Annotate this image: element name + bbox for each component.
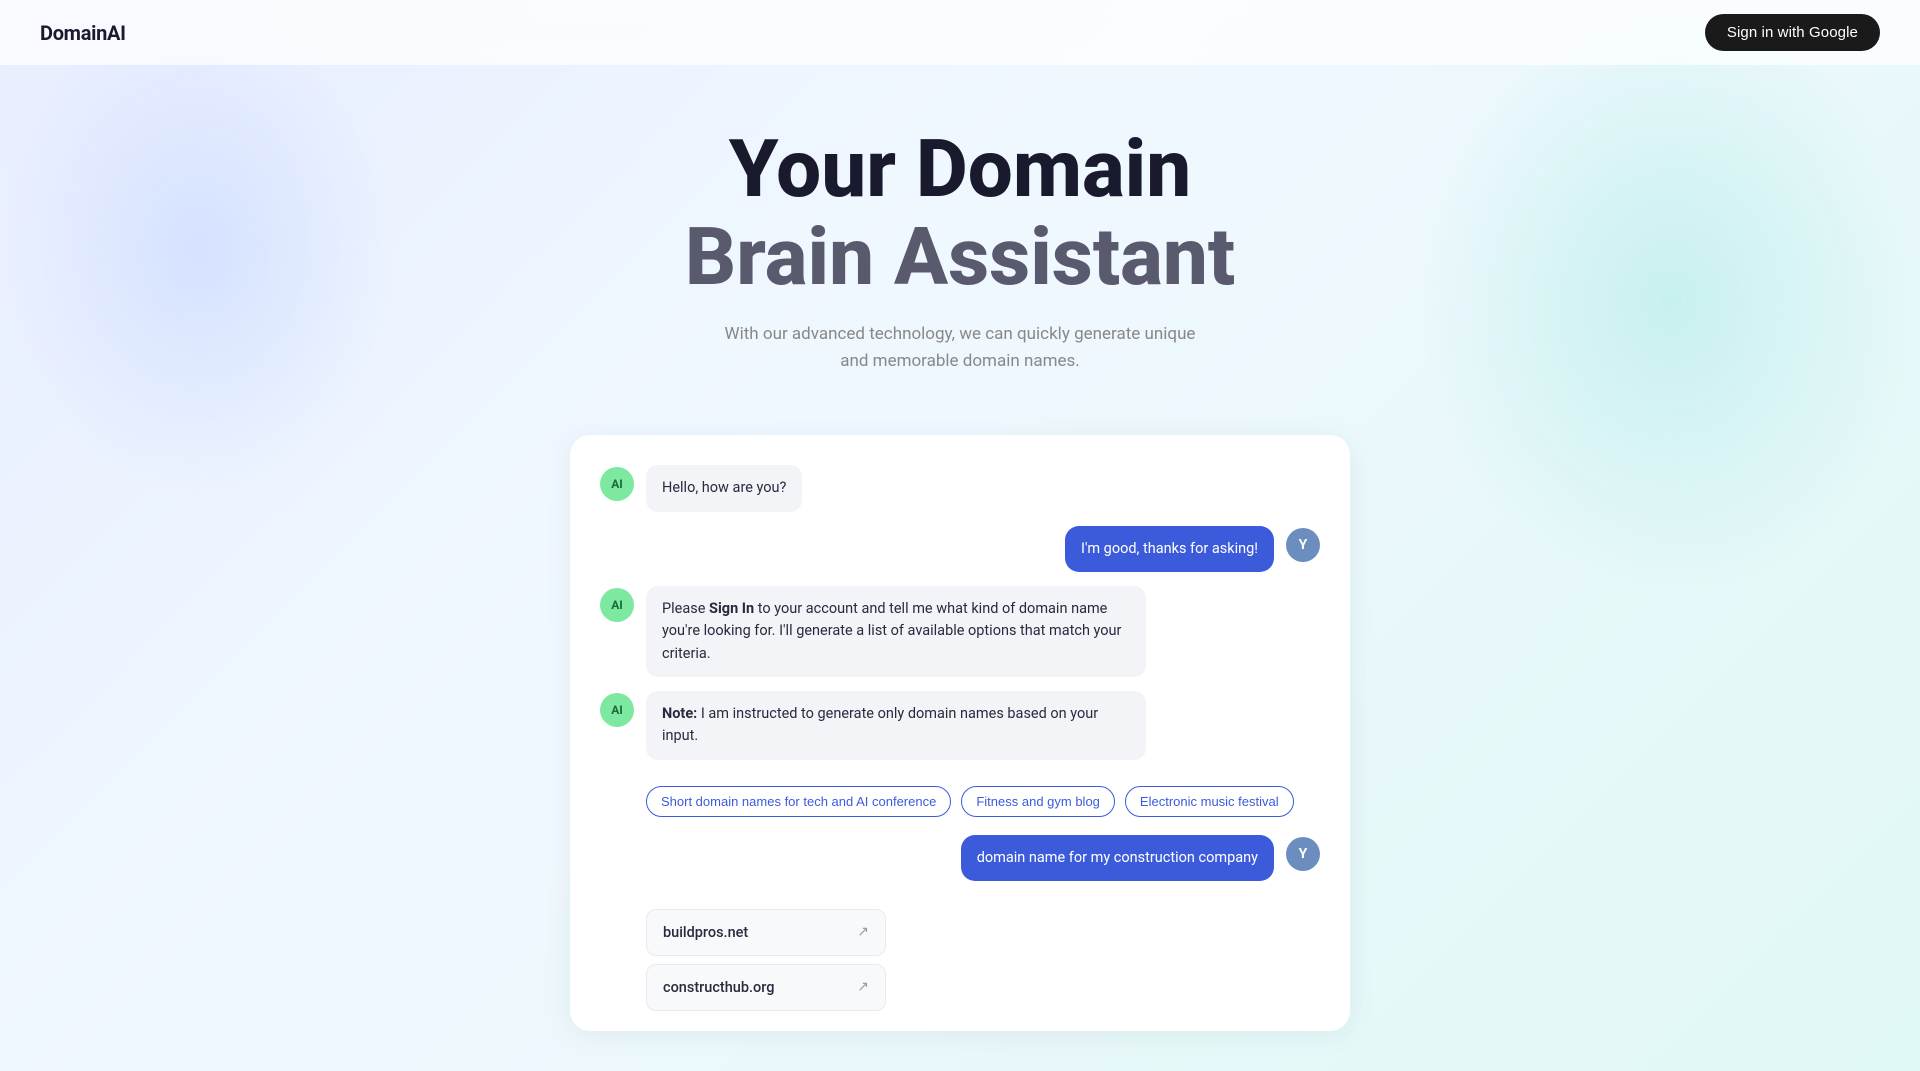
ai-avatar-3: AI: [600, 693, 634, 727]
chat-wrapper: AI Hello, how are you? I'm good, thanks …: [0, 435, 1920, 1070]
domain-result-2[interactable]: constructhub.org ↗: [646, 964, 886, 1011]
user-avatar-2: Y: [1286, 837, 1320, 871]
header: DomainAI Sign in with Google: [0, 0, 1920, 65]
hero-subtitle: With our advanced technology, we can qui…: [20, 321, 1900, 375]
user-bubble-2: domain name for my construction company: [961, 835, 1274, 881]
ai-bubble-3: Note: I am instructed to generate only d…: [646, 691, 1146, 760]
ai-avatar-2: AI: [600, 588, 634, 622]
user-avatar-1: Y: [1286, 528, 1320, 562]
ai-message-2: AI Please Sign In to your account and te…: [600, 586, 1320, 677]
ai-message-3: AI Note: I am instructed to generate onl…: [600, 691, 1320, 760]
user-message-1: I'm good, thanks for asking! Y: [600, 526, 1320, 572]
ai-bubble-2: Please Sign In to your account and tell …: [646, 586, 1146, 677]
hero-section: Your Domain Brain Assistant With our adv…: [0, 65, 1920, 415]
user-message-2: domain name for my construction company …: [600, 835, 1320, 881]
user-bubble-1: I'm good, thanks for asking!: [1065, 526, 1274, 572]
hero-subtitle-line2: and memorable domain names.: [840, 351, 1080, 371]
domain-results: buildpros.net ↗ constructhub.org ↗: [600, 909, 1320, 1011]
hero-title-line2: Brain Assistant: [20, 213, 1900, 301]
external-link-icon-1: ↗: [857, 924, 869, 940]
sign-in-button[interactable]: Sign in with Google: [1705, 14, 1880, 51]
hero-title-line1: Your Domain: [20, 125, 1900, 213]
domain-name-2: constructhub.org: [663, 979, 774, 996]
ai-message-1: AI Hello, how are you?: [600, 465, 1320, 511]
chat-box: AI Hello, how are you? I'm good, thanks …: [570, 435, 1350, 1030]
ai-bubble-1: Hello, how are you?: [646, 465, 802, 511]
hero-subtitle-line1: With our advanced technology, we can qui…: [725, 324, 1196, 344]
domain-result-1[interactable]: buildpros.net ↗: [646, 909, 886, 956]
chip-fitness-blog[interactable]: Fitness and gym blog: [961, 786, 1115, 817]
external-link-icon-2: ↗: [857, 979, 869, 995]
messages-container: AI Hello, how are you? I'm good, thanks …: [600, 465, 1320, 1010]
suggestion-chips: Short domain names for tech and AI confe…: [600, 786, 1320, 817]
logo: DomainAI: [40, 21, 126, 45]
chip-music-festival[interactable]: Electronic music festival: [1125, 786, 1294, 817]
domain-name-1: buildpros.net: [663, 924, 748, 941]
chip-tech-conference[interactable]: Short domain names for tech and AI confe…: [646, 786, 951, 817]
ai-avatar-1: AI: [600, 467, 634, 501]
